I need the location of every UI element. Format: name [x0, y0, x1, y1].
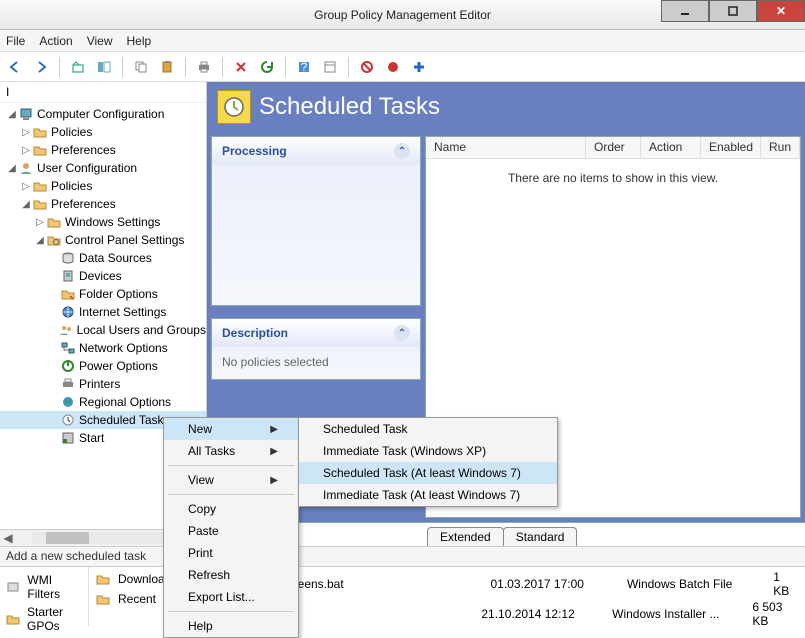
disable-button[interactable]	[356, 56, 378, 78]
explorer-background: WMI Filters Starter GPOs Downloads Recen…	[0, 566, 805, 626]
ctx-view[interactable]: View▶	[164, 469, 298, 491]
nav-starter-gpos[interactable]: Starter GPOs	[2, 603, 86, 635]
ctx-print[interactable]: Print	[164, 542, 298, 564]
ctx-paste[interactable]: Paste	[164, 520, 298, 542]
delete-button[interactable]	[230, 56, 252, 78]
context-menu: New▶ All Tasks▶ View▶ Copy Paste Print R…	[163, 417, 299, 638]
processing-panel: Processing ⌃	[211, 136, 421, 306]
node-cc-policies[interactable]: ▷Policies	[0, 123, 206, 141]
node-regional-options[interactable]: Regional Options	[0, 393, 206, 411]
node-windows-settings[interactable]: ▷Windows Settings	[0, 213, 206, 231]
context-submenu-new: Scheduled Task Immediate Task (Windows X…	[298, 417, 558, 507]
col-enabled[interactable]: Enabled	[701, 137, 761, 158]
node-internet-settings[interactable]: Internet Settings	[0, 303, 206, 321]
description-panel: Description ⌃ No policies selected	[211, 318, 421, 380]
node-local-users[interactable]: Local Users and Groups	[0, 321, 206, 339]
file-row[interactable]: msi21.10.2014 12:12Windows Installer ...…	[271, 599, 803, 629]
add-button[interactable]	[408, 56, 430, 78]
scheduled-tasks-icon	[217, 90, 251, 124]
description-panel-title: Description	[222, 326, 288, 340]
policy-tree[interactable]: ◢Computer Configuration ▷Policies ▷Prefe…	[0, 103, 206, 449]
forward-button[interactable]	[30, 56, 52, 78]
ctx-export-list[interactable]: Export List...	[164, 586, 298, 608]
collapse-processing-icon[interactable]: ⌃	[394, 143, 410, 159]
col-action[interactable]: Action	[641, 137, 701, 158]
detail-header: Scheduled Tasks	[207, 82, 805, 132]
node-devices[interactable]: Devices	[0, 267, 206, 285]
node-folder-options[interactable]: Folder Options	[0, 285, 206, 303]
ctx-all-tasks[interactable]: All Tasks▶	[164, 440, 298, 462]
ctx-new-scheduled-task[interactable]: Scheduled Task	[299, 418, 557, 440]
col-order[interactable]: Order	[586, 137, 641, 158]
minimize-button[interactable]	[661, 0, 709, 22]
node-printers[interactable]: Printers	[0, 375, 206, 393]
node-cc-preferences[interactable]: ▷Preferences	[0, 141, 206, 159]
processing-panel-title: Processing	[222, 144, 287, 158]
node-computer-configuration[interactable]: ◢Computer Configuration	[0, 105, 206, 123]
up-folder-button[interactable]	[67, 56, 89, 78]
detail-title: Scheduled Tasks	[259, 93, 440, 121]
svg-text:?: ?	[301, 60, 308, 74]
ctx-new[interactable]: New▶	[164, 418, 298, 440]
ctx-copy[interactable]: Copy	[164, 498, 298, 520]
node-user-configuration[interactable]: ◢User Configuration	[0, 159, 206, 177]
toolbar: ?	[0, 52, 805, 82]
tab-extended[interactable]: Extended	[427, 527, 504, 546]
col-run[interactable]: Run	[761, 137, 800, 158]
paste-button[interactable]	[156, 56, 178, 78]
print-button[interactable]	[193, 56, 215, 78]
close-button[interactable]: ✕	[757, 0, 805, 22]
node-data-sources[interactable]: Data Sources	[0, 249, 206, 267]
nav-wmi-filters[interactable]: WMI Filters	[2, 571, 86, 603]
status-text: Add a new scheduled task	[6, 549, 146, 563]
menu-file[interactable]: File	[6, 34, 25, 48]
node-uc-policies[interactable]: ▷Policies	[0, 177, 206, 195]
node-power-options[interactable]: Power Options	[0, 357, 206, 375]
stop-icon[interactable]	[382, 56, 404, 78]
col-name[interactable]: Name	[426, 137, 586, 158]
ctx-refresh[interactable]: Refresh	[164, 564, 298, 586]
properties-button[interactable]	[319, 56, 341, 78]
node-network-options[interactable]: Network Options	[0, 339, 206, 357]
ctx-new-scheduled-win7[interactable]: Scheduled Task (At least Windows 7)	[299, 462, 557, 484]
menu-view[interactable]: View	[87, 34, 113, 48]
copy-button[interactable]	[130, 56, 152, 78]
file-row[interactable]: _screens.bat01.03.2017 17:00Windows Batc…	[271, 569, 803, 599]
description-panel-body: No policies selected	[212, 347, 420, 379]
back-button[interactable]	[4, 56, 26, 78]
ctx-help[interactable]: Help	[164, 615, 298, 637]
ctx-new-immediate-xp[interactable]: Immediate Task (Windows XP)	[299, 440, 557, 462]
tab-standard[interactable]: Standard	[503, 527, 578, 546]
node-uc-preferences[interactable]: ◢Preferences	[0, 195, 206, 213]
maximize-button[interactable]	[709, 0, 757, 22]
tree-column-header: I	[0, 82, 206, 103]
list-columns: Name Order Action Enabled Run	[426, 137, 800, 159]
menu-bar: File Action View Help	[0, 30, 805, 52]
menu-help[interactable]: Help	[127, 34, 152, 48]
help-button[interactable]: ?	[293, 56, 315, 78]
node-control-panel-settings[interactable]: ◢Control Panel Settings	[0, 231, 206, 249]
status-bar: Add a new scheduled task	[0, 546, 805, 566]
collapse-description-icon[interactable]: ⌃	[394, 325, 410, 341]
ctx-new-immediate-win7[interactable]: Immediate Task (At least Windows 7)	[299, 484, 557, 506]
refresh-button[interactable]	[256, 56, 278, 78]
title-bar: Group Policy Management Editor ✕	[0, 0, 805, 30]
window-control-buttons: ✕	[661, 0, 805, 22]
show-hide-tree-button[interactable]	[93, 56, 115, 78]
menu-action[interactable]: Action	[39, 34, 72, 48]
